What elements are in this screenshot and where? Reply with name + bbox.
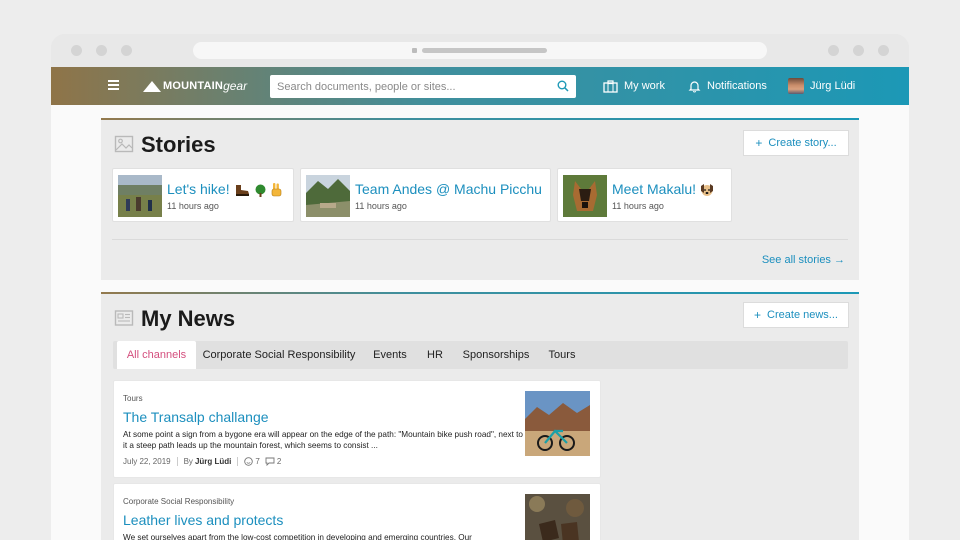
likes-count: 7: [255, 457, 260, 466]
story-time: 11 hours ago: [612, 201, 664, 211]
boot-emoji-icon: [235, 185, 249, 197]
story-title: Let's hike!: [167, 181, 282, 197]
tab-hr[interactable]: HR: [422, 341, 448, 369]
my-work-link[interactable]: My work: [603, 78, 665, 94]
stories-title: Stories: [141, 132, 216, 157]
news-panel: My News + Create news... All channels Co…: [101, 292, 859, 540]
news-headline[interactable]: The Transalp challange: [123, 409, 269, 425]
create-news-label: Create news...: [767, 309, 838, 321]
search-input[interactable]: [270, 75, 550, 98]
story-card[interactable]: Let's hike! 11 hours ago: [112, 168, 294, 222]
plus-icon: +: [754, 308, 762, 322]
user-name: Jürg Lüdi: [810, 80, 856, 92]
create-story-label: Create story...: [768, 137, 837, 149]
story-card[interactable]: Team Andes @ Machu Picchu 11 hours ago: [300, 168, 551, 222]
search-box: [270, 75, 576, 98]
briefcase-icon: [603, 79, 618, 93]
avatar: [788, 78, 804, 94]
browser-chrome: [51, 34, 909, 67]
tree-emoji-icon: [255, 184, 266, 197]
window-dot: [828, 45, 839, 56]
user-menu[interactable]: Jürg Lüdi: [788, 78, 855, 94]
tab-tours[interactable]: Tours: [545, 341, 579, 369]
panel-accent-line: [101, 292, 859, 294]
window-dot: [96, 45, 107, 56]
story-thumbnail: [563, 175, 607, 217]
news-excerpt: At some point a sign from a bygone era w…: [123, 430, 523, 450]
story-card[interactable]: Meet Makalu! 11 hours ago: [557, 168, 732, 222]
story-time: 11 hours ago: [355, 201, 407, 211]
news-title: My News: [141, 306, 236, 331]
dog-face-emoji-icon: [700, 184, 713, 197]
comment-icon: [265, 457, 275, 466]
my-work-label: My work: [624, 80, 665, 92]
create-story-button[interactable]: + Create story...: [743, 130, 849, 156]
create-news-button[interactable]: + Create news...: [743, 302, 849, 328]
brand-secondary: gear: [223, 79, 248, 93]
news-date: July 22, 2019: [123, 457, 171, 466]
news-by-label: By: [183, 457, 193, 466]
bell-icon: [688, 80, 701, 93]
main-content: Stories + Create story... Let's hike! 11…: [51, 105, 909, 540]
tab-all-channels[interactable]: All channels: [117, 341, 196, 369]
tab-corporate-social-responsibility[interactable]: Corporate Social Responsibility: [199, 341, 359, 369]
notifications-link[interactable]: Notifications: [688, 78, 767, 94]
news-card[interactable]: Corporate Social Responsibility Leather …: [113, 483, 601, 540]
address-bar[interactable]: [193, 42, 767, 59]
news-channel[interactable]: Tours: [123, 394, 143, 403]
window-dot: [121, 45, 132, 56]
smiley-icon: [244, 457, 254, 466]
app-header: MOUNTAIN gear My work Notificat: [51, 67, 909, 105]
news-card[interactable]: Tours The Transalp challange At some poi…: [113, 380, 601, 478]
brand-logo[interactable]: MOUNTAIN gear: [143, 78, 247, 94]
browser-window: MOUNTAIN gear My work Notificat: [51, 34, 909, 540]
window-dot: [878, 45, 889, 56]
story-title: Team Andes @ Machu Picchu: [355, 181, 542, 197]
tab-events[interactable]: Events: [370, 341, 410, 369]
story-thumbnail: [306, 175, 350, 217]
see-all-stories-link[interactable]: See all stories →: [762, 254, 845, 266]
stories-panel: Stories + Create story... Let's hike! 11…: [101, 118, 859, 280]
divider: [112, 239, 848, 240]
newspaper-icon: [114, 310, 134, 326]
comments-count: 2: [276, 457, 282, 466]
news-meta: July 22, 2019 By Jürg Lüdi 7 2: [123, 457, 281, 466]
news-thumbnail: [525, 494, 590, 540]
news-excerpt: We set ourselves apart from the low-cost…: [123, 533, 472, 540]
news-author[interactable]: Jürg Lüdi: [195, 457, 231, 466]
address-placeholder: [422, 48, 547, 53]
mountain-logo-icon: [143, 80, 161, 92]
channel-tabs: All channels Corporate Social Responsibi…: [113, 341, 848, 369]
notifications-label: Notifications: [707, 80, 767, 92]
panel-accent-line: [101, 118, 859, 120]
story-thumbnail: [118, 175, 162, 217]
news-headline[interactable]: Leather lives and protects: [123, 512, 283, 528]
image-icon: [114, 135, 134, 153]
news-channel[interactable]: Corporate Social Responsibility: [123, 497, 234, 506]
window-dot: [71, 45, 82, 56]
brand-primary: MOUNTAIN: [163, 80, 224, 92]
menu-icon[interactable]: [108, 80, 119, 90]
tab-sponsorships[interactable]: Sponsorships: [459, 341, 533, 369]
plus-icon: +: [755, 136, 763, 150]
victory-hand-emoji-icon: [271, 183, 282, 197]
news-thumbnail: [525, 391, 590, 456]
window-dot: [853, 45, 864, 56]
story-title: Meet Makalu!: [612, 181, 714, 197]
lock-icon: [412, 48, 417, 53]
search-icon[interactable]: [557, 80, 569, 92]
story-time: 11 hours ago: [167, 201, 219, 211]
